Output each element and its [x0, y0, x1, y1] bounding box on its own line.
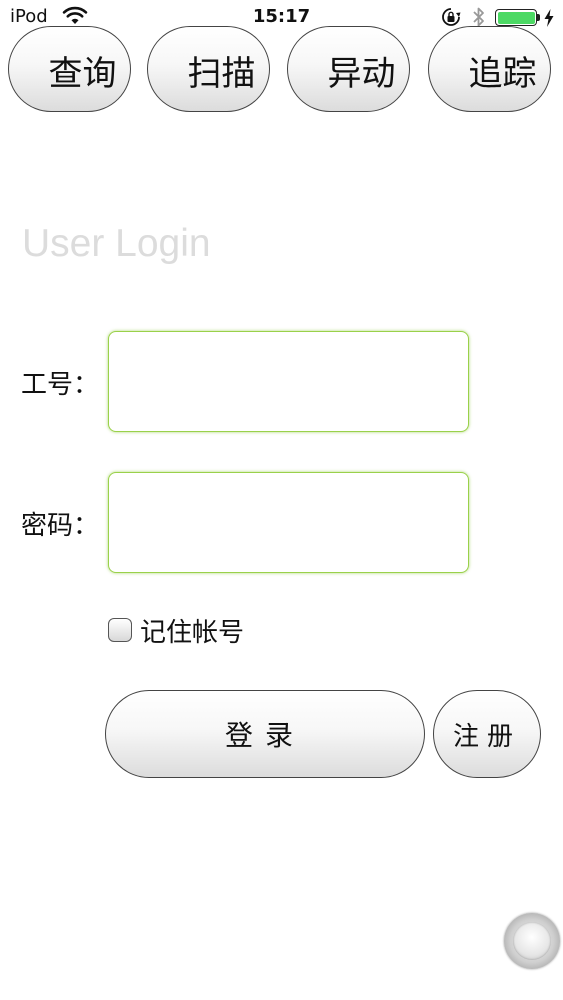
battery-level	[497, 11, 535, 24]
login-button-label: 登录	[224, 719, 305, 752]
nav-scan-label: 扫描	[187, 53, 256, 94]
nav-query-button[interactable]: 查询	[8, 26, 131, 112]
login-button[interactable]: 登录	[105, 690, 425, 778]
employee-id-input[interactable]	[108, 331, 469, 432]
remember-account-label: 记住帐号	[140, 617, 245, 648]
orientation-lock-icon	[442, 8, 461, 26]
nav-track-button[interactable]: 追踪	[428, 26, 551, 112]
nav-transaction-label: 异动	[327, 53, 396, 94]
charging-icon	[544, 9, 554, 27]
top-nav: 查询 扫描 异动 追踪	[0, 26, 563, 114]
nav-track-label: 追踪	[468, 53, 537, 94]
assistive-touch-icon	[513, 922, 551, 960]
remember-account-checkbox[interactable]	[108, 618, 132, 642]
employee-id-label: 工号：	[21, 370, 100, 400]
register-button[interactable]: 注册	[433, 690, 541, 778]
register-button-label: 注册	[452, 721, 521, 752]
battery-icon	[495, 9, 537, 26]
nav-transaction-button[interactable]: 异动	[287, 26, 410, 112]
nav-query-label: 查询	[48, 53, 117, 94]
assistive-touch-button[interactable]	[504, 913, 560, 969]
password-input[interactable]	[108, 472, 469, 573]
password-label: 密码：	[21, 511, 100, 541]
battery-tip	[537, 14, 540, 21]
bluetooth-icon	[473, 7, 484, 27]
login-title: User Login	[22, 222, 211, 265]
nav-scan-button[interactable]: 扫描	[147, 26, 270, 112]
remember-account-row[interactable]: 记住帐号	[108, 614, 245, 648]
